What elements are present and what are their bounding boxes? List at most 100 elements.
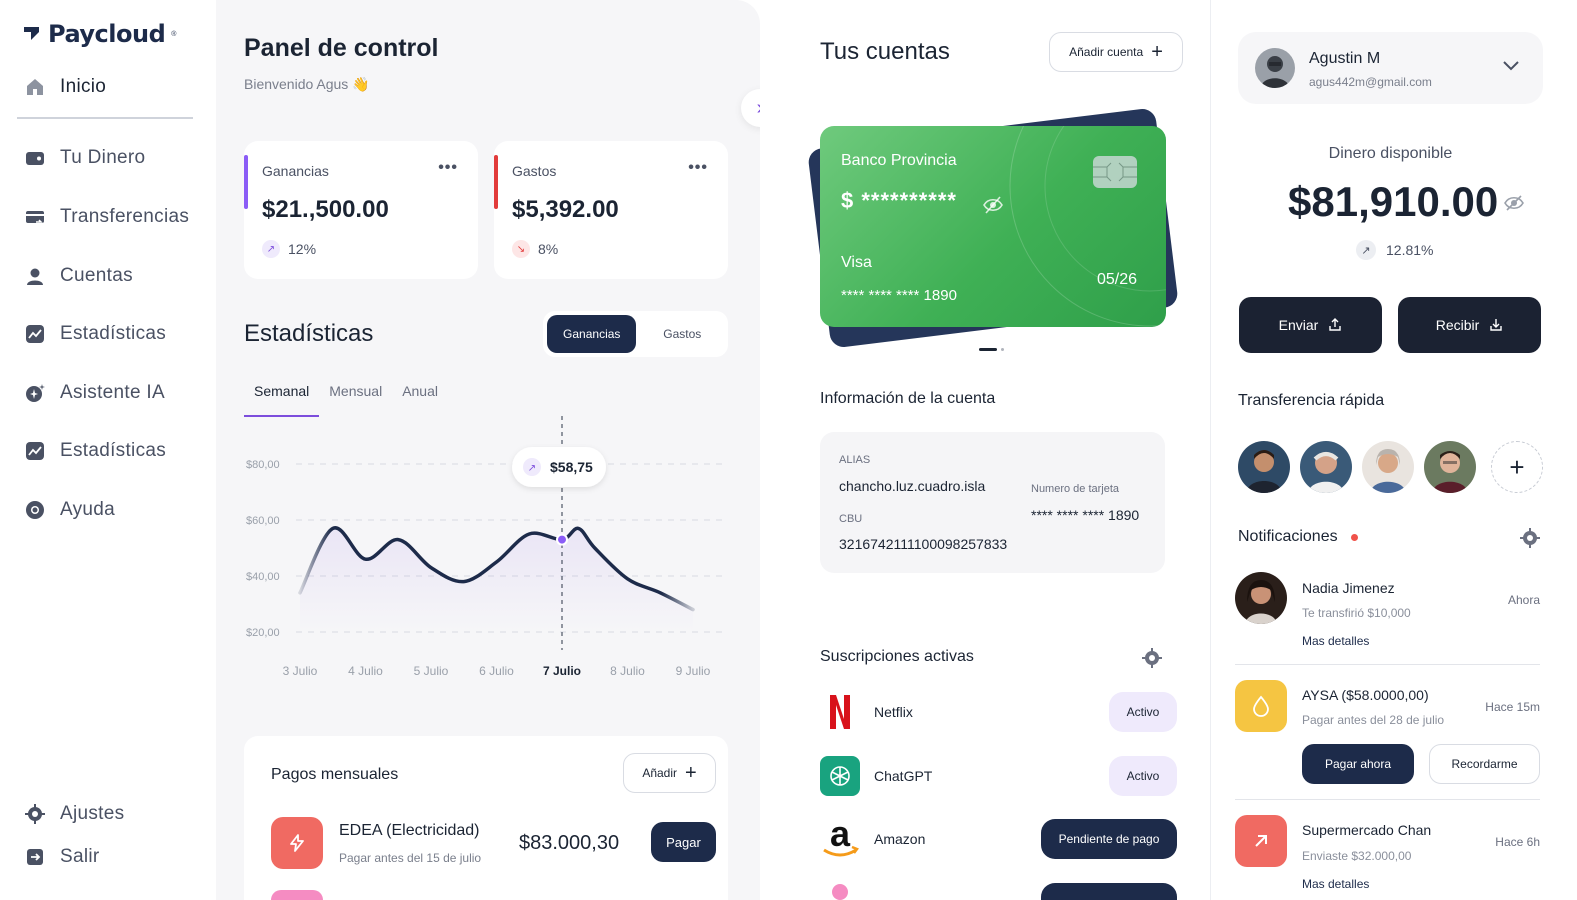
quick-transfer-contact-1[interactable] <box>1238 441 1290 493</box>
quick-transfer-contact-3[interactable] <box>1362 441 1414 493</box>
notification-time: Hace 6h <box>1495 835 1540 849</box>
notifications-title: Notificaciones <box>1238 528 1338 545</box>
chart-y-tick-label: $60,00 <box>246 515 280 527</box>
card-accent-bar <box>494 155 498 209</box>
payments-title: Pagos mensuales <box>271 766 399 783</box>
card-bank-name: Banco Provincia <box>841 152 957 169</box>
sidebar-item-salir[interactable]: Salir <box>24 846 100 868</box>
dashboard-panel: Panel de control Bienvenido Agus 👋 Ganan… <box>216 0 779 900</box>
card-change-value: 8% <box>538 241 559 257</box>
gear-icon[interactable] <box>1141 647 1163 669</box>
quick-transfer-contact-4[interactable] <box>1424 441 1476 493</box>
gear-icon <box>24 803 46 825</box>
alias-label: ALIAS <box>839 454 871 466</box>
sidebar-item-asistente-ia[interactable]: Asistente IA <box>24 382 165 404</box>
chart-highlight-point[interactable] <box>556 533 568 546</box>
balance-change: ↗ 12.81% <box>1356 240 1433 260</box>
chart-tooltip: ↗ $58,75 <box>512 447 606 487</box>
card-carousel-indicator[interactable] <box>979 348 1004 351</box>
card-number-value: **** **** **** 1890 <box>1031 507 1140 523</box>
notification-item: AYSA ($58.0000,00) Pagar antes del 28 de… <box>1235 680 1540 790</box>
sidebar-item-label: Salir <box>60 846 100 867</box>
sidebar-item-ajustes[interactable]: Ajustes <box>24 803 124 825</box>
add-contact-button[interactable]: + <box>1491 441 1543 493</box>
notification-time: Ahora <box>1507 593 1540 607</box>
send-button[interactable]: Enviar <box>1239 297 1382 353</box>
receive-button[interactable]: Recibir <box>1398 297 1541 353</box>
amazon-logo-icon: a <box>820 818 860 859</box>
chart-area <box>300 527 693 632</box>
receive-label: Recibir <box>1435 317 1480 333</box>
sidebar-item-label: Estadísticas <box>60 440 167 461</box>
arrow-up-right-icon <box>1235 815 1287 867</box>
card-chip-icon <box>1093 156 1137 188</box>
available-balance-label: Dinero disponible <box>1328 145 1453 162</box>
add-payment-button[interactable]: Añadir + <box>623 753 716 793</box>
brand-registered-mark: ® <box>171 30 177 38</box>
subscription-name: ChatGPT <box>874 768 933 784</box>
sidebar-item-ayuda[interactable]: Ayuda <box>24 499 115 521</box>
subscription-status[interactable]: Activo <box>1109 692 1177 732</box>
subscription-name: Amazon <box>874 831 926 847</box>
next-subscription-status[interactable] <box>1041 883 1177 900</box>
card-change: ↘ 8% <box>512 240 558 258</box>
lifebuoy-icon <box>24 499 46 521</box>
card-change-value: 12% <box>288 241 317 257</box>
available-balance: $81,910.00 <box>1288 178 1499 225</box>
user-profile[interactable]: Agustin M agus442m@gmail.com <box>1238 32 1543 104</box>
wallet-icon <box>24 147 46 169</box>
lightning-icon <box>271 817 323 869</box>
notification-time: Hace 15m <box>1485 700 1540 714</box>
chart-y-axis: $80,00 $60,00 $40,00 $20,00 <box>246 459 280 639</box>
sidebar-item-estadisticas-2[interactable]: Estadísticas <box>24 440 166 462</box>
card-transfer-icon <box>24 206 46 228</box>
sidebar-item-tu-dinero[interactable]: Tu Dinero <box>24 147 145 169</box>
quick-transfer-contact-2[interactable] <box>1300 441 1352 493</box>
home-icon <box>24 76 46 98</box>
subscription-netflix: Netflix Activo <box>820 692 1177 734</box>
sidebar-item-label: Inicio <box>60 76 107 97</box>
card-number-label: Numero de tarjeta <box>1031 483 1120 495</box>
accounts-title: Tus cuentas <box>820 38 950 65</box>
more-details-link[interactable]: Mas detalles <box>1302 877 1369 891</box>
sidebar-item-estadisticas[interactable]: Estadísticas <box>24 323 166 345</box>
earnings-line-chart: $80,00 $60,00 $40,00 $20,00 3 Julio 4 Julio 5… <box>246 416 728 678</box>
card-accent-bar <box>244 155 248 209</box>
logo[interactable]: Paycloud ® <box>22 20 176 48</box>
eye-off-icon[interactable] <box>1503 192 1525 214</box>
more-details-link[interactable]: Mas detalles <box>1302 634 1369 648</box>
pay-button[interactable]: Pagar <box>651 822 716 862</box>
subscription-status[interactable]: Pendiente de pago <box>1041 819 1177 859</box>
eye-off-icon[interactable] <box>982 194 1004 216</box>
pay-now-button[interactable]: Pagar ahora <box>1302 744 1414 784</box>
card-change: ↗ 12% <box>262 240 316 258</box>
chart-x-axis: 3 Julio 4 Julio 5 Julio 6 Julio 7 Julio 8 Jul… <box>283 664 711 678</box>
add-account-label: Añadir cuenta <box>1069 45 1144 59</box>
sidebar-item-cuentas[interactable]: Cuentas <box>24 265 133 287</box>
more-options-icon[interactable]: ••• <box>438 159 458 177</box>
chart-tooltip-value: $58,75 <box>550 459 593 475</box>
notification-title: Nadia Jimenez <box>1302 580 1395 596</box>
sidebar-divider <box>17 117 193 119</box>
plus-icon: + <box>685 761 697 784</box>
stats-toggle: Ganancias Gastos <box>543 311 728 357</box>
more-options-icon[interactable]: ••• <box>688 159 708 177</box>
remind-me-button[interactable]: Recordarme <box>1429 744 1540 784</box>
trend-down-icon: ↘ <box>512 240 530 258</box>
chevron-down-icon[interactable] <box>1501 58 1521 74</box>
chart-x-tick-label: 6 Julio <box>479 664 514 678</box>
upload-icon <box>1329 318 1342 331</box>
subscription-status[interactable]: Activo <box>1109 756 1177 796</box>
add-account-button[interactable]: Añadir cuenta + <box>1049 32 1183 72</box>
toggle-gastos[interactable]: Gastos <box>640 315 724 353</box>
gear-icon[interactable] <box>1519 527 1541 549</box>
plus-icon: + <box>1151 40 1163 63</box>
card-label: Gastos <box>512 163 557 179</box>
trend-up-arrow: ↗ <box>528 463 536 474</box>
notification-divider <box>1235 799 1540 800</box>
bank-card[interactable]: Banco Provincia $ ********** Visa **** *… <box>820 126 1166 327</box>
sidebar-item-inicio[interactable]: Inicio <box>24 76 106 98</box>
page-title: Panel de control <box>244 34 439 62</box>
sidebar-item-transferencias[interactable]: Transferencias <box>24 206 189 228</box>
toggle-ganancias[interactable]: Ganancias <box>547 315 637 353</box>
